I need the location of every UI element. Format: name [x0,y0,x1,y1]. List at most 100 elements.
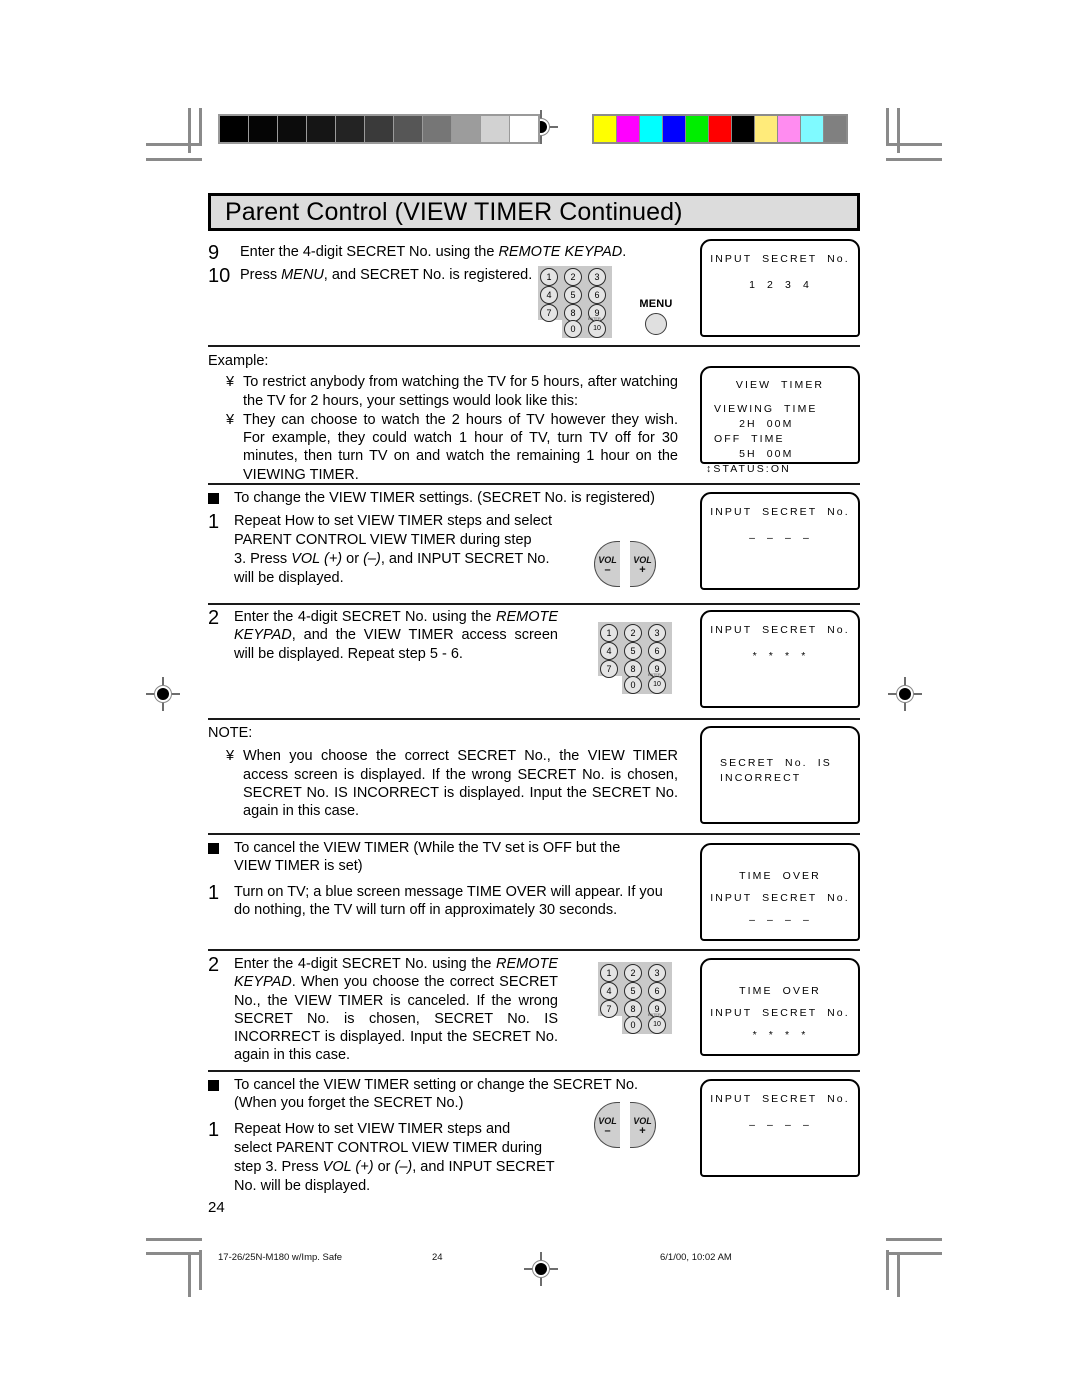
grayscale-calibration-bar [218,114,540,144]
screen-line: SECRET No. IS [720,757,832,769]
remote-keypad-diagram-1[interactable]: 1 2 3 4 5 6 7 8 9 0 10 ENTER [538,266,612,338]
keypad-key-0[interactable]: 0 [624,676,642,694]
color-swatch-2 [640,116,662,142]
vol-buttons-diagram-2[interactable]: VOL – VOL + [594,1102,666,1150]
step-text: Enter the 4-digit SECRET No. using the R… [240,243,708,261]
screen-line: INPUT SECRET No. [710,1093,850,1105]
section-divider [208,345,860,347]
vol-plus-sign: + [639,564,646,576]
square-heading-text: To change the VIEW TIMER settings. (SECR… [234,490,655,506]
square-heading-line1: To cancel the VIEW TIMER setting or chan… [234,1077,639,1093]
vol-minus-button[interactable]: VOL – [594,1102,620,1148]
keypad-key-1[interactable]: 1 [600,624,618,642]
tv-screen-view-timer-settings: VIEW TIMER VIEWING TIME 2H 00M OFF TIME … [700,366,860,475]
step-line-pre: step 3. Press [234,1158,323,1175]
screen-spacer [702,1107,858,1118]
keypad-key-2[interactable]: 2 [564,268,582,286]
menu-button-circle[interactable] [645,313,667,335]
footer-timestamp: 6/1/00, 10:02 AM [660,1252,732,1263]
section-divider [208,949,860,951]
color-swatch-7 [755,116,777,142]
tv-screen-secret-incorrect: SECRET No. IS INCORRECT [700,726,860,824]
vol-minus-emphasis: (–) [394,1158,413,1175]
color-swatch-5 [709,116,731,142]
step-text: Enter the 4-digit SECRET No. using the R… [234,608,558,663]
step-line-post: , and INPUT SECRET No. [380,551,550,568]
manual-page: Parent Control (VIEW TIMER Continued) 9 … [0,0,1080,1397]
vol-minus-button[interactable]: VOL – [594,541,620,587]
keypad-key-7[interactable]: 7 [600,1000,618,1018]
crop-mark-bl-v2 [188,1252,191,1297]
keypad-key-2[interactable]: 2 [624,624,642,642]
tv-screen-time-over-dashes: TIME OVER INPUT SECRET No. – – – – [700,843,860,941]
screen-line: TIME OVER [739,985,821,997]
keypad-key-10[interactable]: 10 [648,1016,666,1034]
color-swatch-4 [686,116,708,142]
screen-spacer [702,393,858,402]
keypad-key-1[interactable]: 1 [540,268,558,286]
example-heading: Example: [208,353,269,369]
crop-mark-tl-h2 [146,158,202,161]
step-number: 2 [208,607,220,629]
remote-keypad-diagram-3[interactable]: 1 2 3 4 5 6 7 8 9 0 10 ENTER [598,962,672,1034]
keypad-key-7[interactable]: 7 [600,660,618,678]
keypad-key-6[interactable]: 6 [588,286,606,304]
screen-line: TIME OVER [739,870,821,882]
vol-plus-button[interactable]: VOL + [630,541,656,587]
keypad-key-4[interactable]: 4 [540,286,558,304]
tv-screen-time-over-stars: TIME OVER INPUT SECRET No. * * * * [700,958,860,1056]
keypad-key-0[interactable]: 0 [624,1016,642,1034]
screen-line: – – – – [749,914,811,926]
keypad-key-0[interactable]: 0 [564,320,582,338]
keypad-key-2[interactable]: 2 [624,964,642,982]
keypad-key-3[interactable]: 3 [588,268,606,286]
remote-keypad-diagram-2[interactable]: 1 2 3 4 5 6 7 8 9 0 10 ENTER [598,622,672,694]
footer-page-number: 24 [432,1252,443,1263]
screen-spacer [702,638,858,649]
keypad-key-5[interactable]: 5 [624,642,642,660]
keypad-key-5[interactable]: 5 [564,286,582,304]
vol-plus-button[interactable]: VOL + [630,1102,656,1148]
step-number: 1 [208,881,220,904]
screen-line: INCORRECT [720,772,802,784]
color-swatch-0 [594,116,616,142]
keypad-key-1[interactable]: 1 [600,964,618,982]
crop-mark-tr-h [886,143,942,146]
vol-plus-sign: + [639,1125,646,1137]
color-calibration-bar [592,114,848,144]
keypad-key-6[interactable]: 6 [648,982,666,1000]
keypad-key-5[interactable]: 5 [624,982,642,1000]
keypad-key-6[interactable]: 6 [648,642,666,660]
square-bullet-icon [208,489,234,504]
step-line: No. will be displayed. [234,1177,371,1194]
note-heading: NOTE: [208,725,253,741]
keypad-key-10[interactable]: 10 [588,320,606,338]
vol-plus-emphasis: VOL (+) [291,551,343,568]
crop-mark-bl-h2 [146,1252,202,1255]
crop-mark-tl-v2 [188,108,191,153]
keypad-key-4[interactable]: 4 [600,642,618,660]
keypad-enter-label: ENTER [588,316,601,321]
crop-mark-tl-v [199,108,202,146]
crop-mark-tl-h [146,143,202,146]
vol-buttons-diagram-1[interactable]: VOL – VOL + [594,541,666,589]
step-row: 2 Enter the 4-digit SECRET No. using the… [208,955,558,1065]
keypad-key-7[interactable]: 7 [540,304,558,322]
keypad-key-10[interactable]: 10 [648,676,666,694]
step-text-pre: Enter the 4-digit SECRET No. using the [240,244,499,260]
keypad-key-3[interactable]: 3 [648,624,666,642]
step-text-emphasis: MENU [281,267,324,283]
bullet-text: They can choose to watch the 2 hours of … [243,411,678,483]
bullet-row: ¥ They can choose to watch the 2 hours o… [208,411,678,484]
gray-step-7 [423,116,451,142]
screen-spacer [702,520,858,531]
step-number: 1 [208,511,220,534]
step-line-post: , and INPUT SECRET [412,1158,555,1175]
keypad-key-3[interactable]: 3 [648,964,666,982]
step-text-post: , and SECRET No. is registered. [323,267,533,283]
section-divider [208,833,860,835]
page-title: Parent Control (VIEW TIMER Continued) [225,198,683,226]
section-divider [208,483,860,485]
keypad-key-4[interactable]: 4 [600,982,618,1000]
menu-button-diagram[interactable]: MENU [630,298,682,338]
